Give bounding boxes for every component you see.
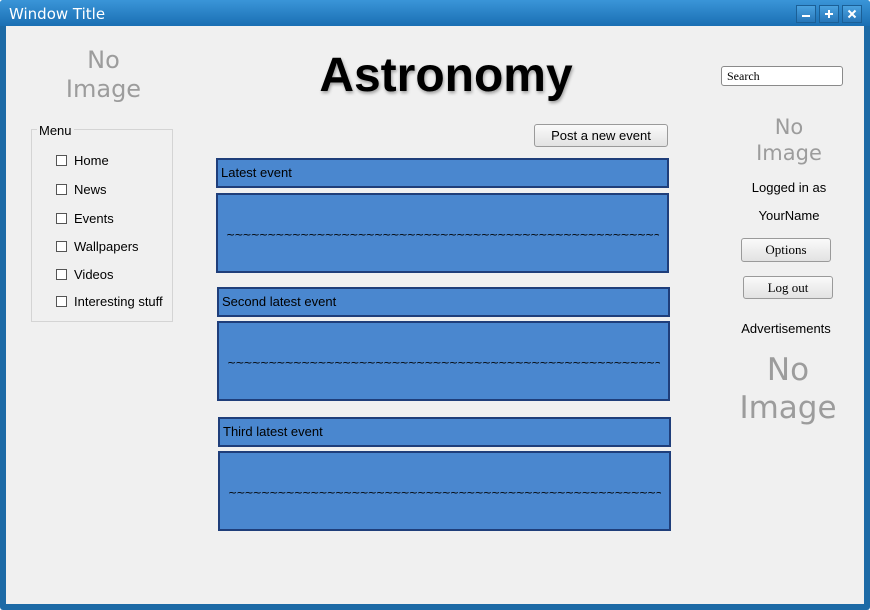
- placeholder-text-line2: Image: [65, 75, 142, 104]
- event-body-text: ~~~~~~~~~~~~~~~~~~~~~~~~~~~~~~~~~~~~~~~~…: [228, 486, 661, 499]
- placeholder-text-line1: No: [766, 352, 810, 388]
- event-body-text: ~~~~~~~~~~~~~~~~~~~~~~~~~~~~~~~~~~~~~~~~…: [227, 356, 660, 369]
- title-bar[interactable]: Window Title: [0, 0, 870, 26]
- window-content: No Image Astronomy Search Menu Home News…: [6, 26, 864, 604]
- app-window: Window Title No Image Astronomy Search M…: [0, 0, 870, 610]
- user-avatar-placeholder: No Image: [733, 115, 845, 166]
- logo-image-placeholder: No Image: [46, 46, 161, 105]
- advertisements-label: Advertisements: [741, 321, 831, 336]
- window-title: Window Title: [9, 5, 106, 23]
- menu-legend: Menu: [37, 123, 74, 138]
- menu-item-news[interactable]: News: [56, 180, 107, 198]
- event-title-second[interactable]: Second latest event: [217, 287, 670, 317]
- minimize-icon: [802, 15, 810, 17]
- checkbox[interactable]: [56, 212, 67, 224]
- menu-item-label: News: [74, 181, 107, 197]
- search-input[interactable]: Search: [721, 66, 843, 86]
- advertisement-image-placeholder: No Image: [726, 352, 850, 428]
- options-button[interactable]: Options: [741, 238, 831, 262]
- placeholder-text-line2: Image: [739, 389, 837, 426]
- event-title-third[interactable]: Third latest event: [218, 417, 671, 447]
- event-body-text: ~~~~~~~~~~~~~~~~~~~~~~~~~~~~~~~~~~~~~~~~…: [226, 228, 659, 241]
- checkbox[interactable]: [56, 183, 67, 195]
- menu-item-interesting-stuff[interactable]: Interesting stuff: [56, 292, 163, 310]
- maximize-icon: [825, 10, 833, 18]
- menu-item-label: Home: [74, 152, 109, 168]
- menu-item-events[interactable]: Events: [56, 209, 114, 227]
- username: YourName: [758, 208, 820, 223]
- checkbox[interactable]: [56, 240, 67, 252]
- logged-in-label: Logged in as: [751, 180, 827, 195]
- close-button[interactable]: [842, 5, 862, 23]
- minimize-button[interactable]: [796, 5, 816, 23]
- checkbox[interactable]: [56, 268, 67, 280]
- post-new-event-button[interactable]: Post a new event: [534, 124, 668, 147]
- event-title-latest[interactable]: Latest event: [216, 158, 669, 188]
- close-icon: [847, 9, 857, 19]
- event-body-latest: ~~~~~~~~~~~~~~~~~~~~~~~~~~~~~~~~~~~~~~~~…: [216, 193, 669, 273]
- event-body-second: ~~~~~~~~~~~~~~~~~~~~~~~~~~~~~~~~~~~~~~~~…: [217, 321, 670, 401]
- maximize-button[interactable]: [819, 5, 839, 23]
- checkbox[interactable]: [56, 154, 67, 166]
- placeholder-text-line2: Image: [756, 140, 822, 165]
- menu-item-videos[interactable]: Videos: [56, 265, 114, 283]
- menu-item-label: Interesting stuff: [74, 293, 163, 309]
- menu-item-label: Events: [74, 210, 114, 226]
- menu-item-label: Wallpapers: [74, 238, 139, 254]
- page-title: Astronomy: [319, 49, 573, 102]
- event-body-third: ~~~~~~~~~~~~~~~~~~~~~~~~~~~~~~~~~~~~~~~~…: [218, 451, 671, 531]
- placeholder-text-line1: No: [87, 46, 120, 74]
- checkbox[interactable]: [56, 295, 67, 307]
- logout-button[interactable]: Log out: [743, 276, 833, 299]
- menu-item-wallpapers[interactable]: Wallpapers: [56, 237, 139, 255]
- menu-item-home[interactable]: Home: [56, 151, 109, 169]
- menu-item-label: Videos: [74, 266, 114, 282]
- placeholder-text-line1: No: [774, 115, 804, 139]
